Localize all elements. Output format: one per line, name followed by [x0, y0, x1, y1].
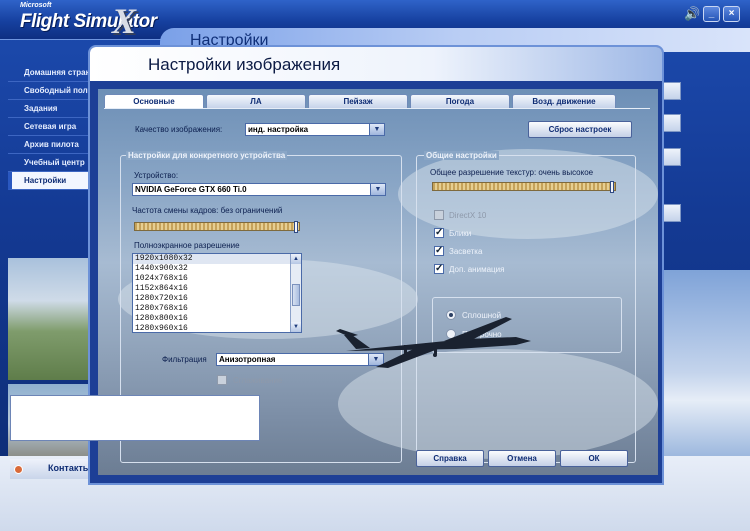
resolution-item[interactable]: 1152x864x16: [133, 284, 301, 294]
directx10-checkbox[interactable]: [434, 210, 444, 220]
light-bloom-checkbox[interactable]: ✓: [434, 246, 444, 256]
window-controls: 🔊 _ ×: [684, 6, 740, 22]
nav-item-learning-center[interactable]: Учебный центр: [8, 154, 88, 172]
nav-item-missions[interactable]: Задания: [8, 100, 88, 118]
device-group-title: Настройки для конкретного устройства: [126, 151, 288, 160]
scroll-down-arrow-icon[interactable]: ▼: [291, 322, 301, 332]
contacts-label: Контакты: [48, 463, 91, 473]
background-side-button-3[interactable]: [663, 148, 681, 166]
tab-aircraft[interactable]: ЛА: [206, 94, 306, 108]
ok-button[interactable]: ОК: [560, 450, 628, 467]
airliner-image: [336, 317, 531, 368]
lens-flare-label: Блики: [449, 229, 472, 238]
dialog-title: Настройки изображения: [148, 55, 341, 74]
tab-scenery[interactable]: Пейзаж: [308, 94, 408, 108]
logo-brand: Microsoft: [20, 2, 52, 9]
lens-flare-checkbox[interactable]: ✓: [434, 228, 444, 238]
quality-select[interactable]: инд. настройка ▼: [245, 123, 385, 136]
left-navigation: Домашняя страница Свободный полет Задани…: [8, 58, 88, 258]
light-bloom-label: Засветка: [449, 247, 483, 256]
nav-item-multiplayer[interactable]: Сетевая игра: [8, 118, 88, 136]
background-side-button-1[interactable]: [663, 82, 681, 100]
resolution-item[interactable]: 1024x768x16: [133, 274, 301, 284]
directx10-label: DirectX 10: [449, 211, 487, 220]
filter-value: Анизотропная: [219, 355, 276, 364]
advanced-animation-checkbox[interactable]: ✓: [434, 264, 444, 274]
close-button[interactable]: ×: [723, 6, 740, 22]
tab-general[interactable]: Основные: [104, 94, 204, 109]
minimize-button[interactable]: _: [703, 6, 720, 22]
resolution-item[interactable]: 1280x720x16: [133, 294, 301, 304]
nav-item-home[interactable]: Домашняя страница: [8, 64, 88, 82]
tab-divider: [104, 108, 650, 109]
texture-slider-thumb[interactable]: [610, 181, 614, 193]
quality-value: инд. настройка: [248, 125, 309, 134]
resolution-item[interactable]: 1280x960x16: [133, 324, 301, 332]
contacts-icon: [14, 465, 23, 474]
framerate-slider-thumb[interactable]: [294, 221, 298, 233]
resolution-item[interactable]: 1920x1080x32: [133, 254, 301, 264]
tab-strip: Основные ЛА Пейзаж Погода Возд. движение: [98, 89, 658, 109]
tab-air-traffic[interactable]: Возд. движение: [512, 94, 616, 108]
nav-item-pilot-records[interactable]: Архив пилота: [8, 136, 88, 154]
texture-resolution-label: Общее разрешение текстур: очень высокое: [430, 168, 594, 177]
left-aerial-photo: [8, 258, 88, 380]
device-label: Устройство:: [134, 171, 179, 180]
volume-icon[interactable]: 🔊: [684, 6, 700, 22]
framerate-slider[interactable]: [134, 221, 300, 233]
scroll-thumb[interactable]: [292, 284, 300, 306]
antialiasing-label: Сглаживание: [233, 376, 283, 385]
device-value: NVIDIA GeForce GTX 660 Ti.0: [135, 185, 247, 194]
fsx-logo: Microsoft Flight Simulator X: [8, 1, 168, 41]
quality-label: Качество изображения:: [135, 125, 223, 134]
resolution-item[interactable]: 1280x800x16: [133, 314, 301, 324]
dialog-title-bar: Настройки изображения: [90, 47, 662, 81]
device-select[interactable]: NVIDIA GeForce GTX 660 Ti.0 ▼: [132, 183, 386, 196]
antialiasing-checkbox[interactable]: [217, 375, 227, 385]
filter-label: Фильтрация: [162, 355, 207, 364]
resolution-scrollbar[interactable]: ▲ ▼: [290, 254, 301, 332]
chevron-down-icon: ▼: [370, 184, 385, 195]
reset-settings-button[interactable]: Сброс настроек: [528, 121, 632, 138]
general-group-title: Общие настройки: [424, 151, 499, 160]
nav-item-settings[interactable]: Настройки: [8, 172, 88, 190]
contacts-tab[interactable]: Контакты: [10, 459, 95, 479]
background-side-button-2[interactable]: [663, 114, 681, 132]
background-info-panel: [10, 395, 260, 441]
background-side-button-4[interactable]: [663, 204, 681, 222]
scroll-up-arrow-icon[interactable]: ▲: [291, 254, 301, 264]
help-button[interactable]: Справка: [416, 450, 484, 467]
resolution-list[interactable]: 1920x1080x32 1440x900x32 1024x768x16 115…: [132, 253, 302, 333]
cancel-button[interactable]: Отмена: [488, 450, 556, 467]
logo-title: Flight Simulator: [20, 11, 157, 32]
chevron-down-icon: ▼: [369, 124, 384, 135]
nav-item-free-flight[interactable]: Свободный полет: [8, 82, 88, 100]
resolution-item[interactable]: 1280x768x16: [133, 304, 301, 314]
resolution-item[interactable]: 1440x900x32: [133, 264, 301, 274]
advanced-animation-label: Доп. анимация: [449, 265, 505, 274]
tab-weather[interactable]: Погода: [410, 94, 510, 108]
right-sky-photo: [662, 270, 750, 456]
texture-resolution-slider[interactable]: [432, 181, 616, 193]
logo-x: X: [112, 1, 137, 41]
fullscreen-resolution-label: Полноэкранное разрешение: [134, 241, 240, 250]
framerate-label: Частота смены кадров: без ограничений: [132, 206, 283, 215]
